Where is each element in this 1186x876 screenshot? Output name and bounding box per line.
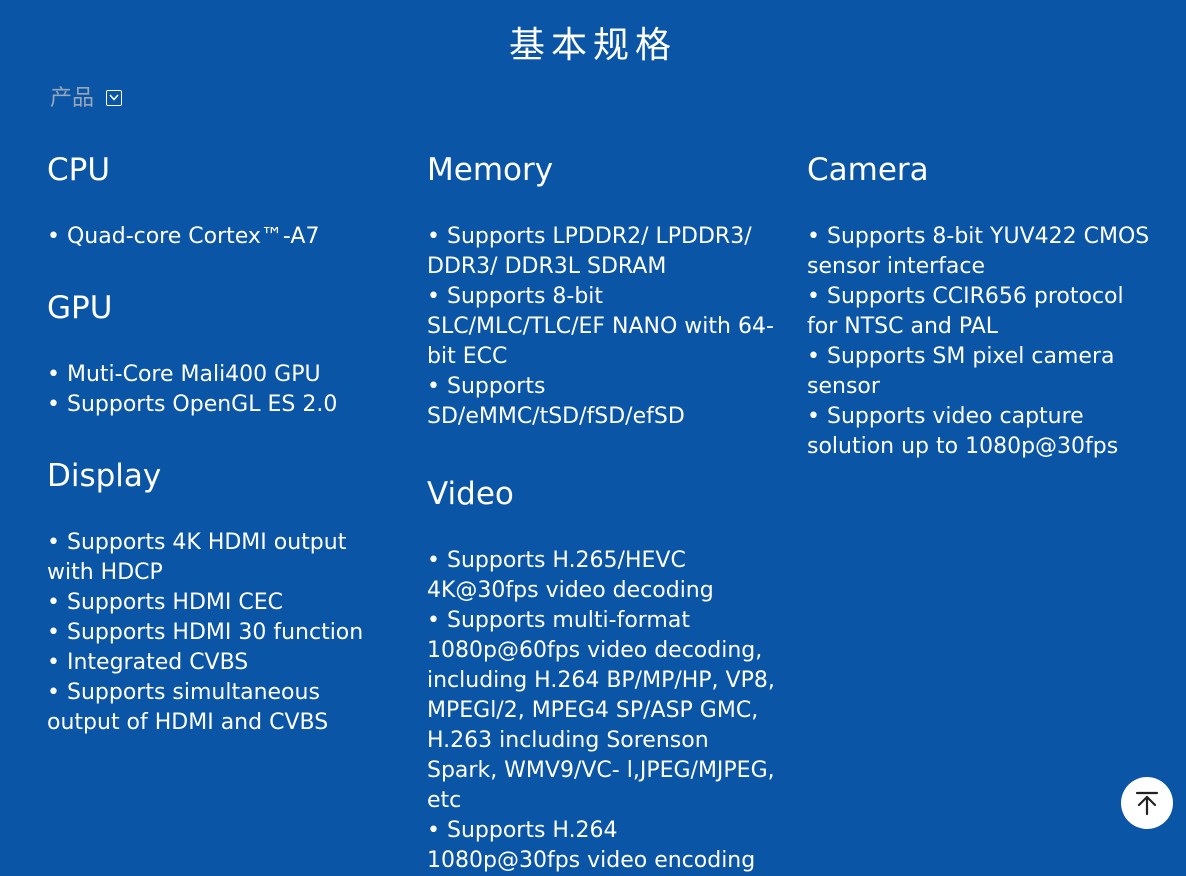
spec-item: Supports video capture solution up to 10… [807, 402, 1157, 462]
chevron-down-icon[interactable] [106, 89, 123, 106]
section-title-memory: Memory [427, 152, 554, 188]
back-to-top-button[interactable] [1121, 777, 1173, 829]
spec-item: Supports CCIR656 protocol for NTSC and P… [807, 282, 1157, 342]
spec-list-cpu: Quad-core Cortex™-A7 [47, 222, 397, 252]
spec-item: Supports LPDDR2/ LPDDR3/ DDR3/ DDR3L SDR… [427, 222, 777, 282]
section-memory: Memory Supports LPDDR2/ LPDDR3/ DDR3/ DD… [427, 150, 777, 432]
section-video: Video Supports H.265/HEVC 4K@30fps video… [427, 474, 777, 876]
spec-list-gpu: Muti-Core Mali400 GPU Supports OpenGL ES… [47, 360, 397, 420]
spec-column-2: Memory Supports LPDDR2/ LPDDR3/ DDR3/ DD… [427, 150, 777, 876]
spec-item: Supports HDMI CEC [47, 588, 397, 618]
spec-item: Supports H.264 1080p@30fps video encodin… [427, 816, 777, 876]
spec-item: Supports SM pixel camera sensor [807, 342, 1157, 402]
spec-column-1: CPU Quad-core Cortex™-A7 GPU Muti-Core M… [47, 150, 397, 738]
section-title-gpu: GPU [47, 290, 113, 326]
spec-item: Supports H.265/HEVC 4K@30fps video decod… [427, 546, 777, 606]
spec-item: Supports simultaneous output of HDMI and… [47, 678, 397, 738]
spec-item: Supports SD/eMMC/tSD/fSD/efSD [427, 372, 777, 432]
page-title: 基本规格 [508, 25, 677, 66]
spec-item: Muti-Core Mali400 GPU [47, 360, 397, 390]
section-display: Display Supports 4K HDMI output with HDC… [47, 456, 397, 738]
spec-list-video: Supports H.265/HEVC 4K@30fps video decod… [427, 546, 777, 876]
spec-item: Supports multi-format 1080p@60fps video … [427, 606, 777, 816]
section-title-video: Video [427, 476, 514, 512]
spec-column-3: Camera Supports 8-bit YUV422 CMOS sensor… [807, 150, 1157, 462]
section-title-cpu: CPU [47, 152, 111, 188]
spec-item: Supports 8-bit SLC/MLC/TLC/EF NANO with … [427, 282, 777, 372]
product-filter-label: 产品 [50, 86, 95, 111]
product-filter-dropdown[interactable]: 产品 [50, 80, 123, 112]
spec-item: Quad-core Cortex™-A7 [47, 222, 397, 252]
section-title-display: Display [47, 458, 162, 494]
arrow-up-to-top-icon [1135, 791, 1159, 816]
section-title-camera: Camera [807, 152, 929, 188]
spec-list-camera: Supports 8-bit YUV422 CMOS sensor interf… [807, 222, 1157, 462]
spec-item: Supports HDMI 30 function [47, 618, 397, 648]
spec-item: Supports 8-bit YUV422 CMOS sensor interf… [807, 222, 1157, 282]
spec-item: Integrated CVBS [47, 648, 397, 678]
section-camera: Camera Supports 8-bit YUV422 CMOS sensor… [807, 150, 1157, 462]
spec-item: Supports OpenGL ES 2.0 [47, 390, 397, 420]
spec-list-memory: Supports LPDDR2/ LPDDR3/ DDR3/ DDR3L SDR… [427, 222, 777, 432]
section-gpu: GPU Muti-Core Mali400 GPU Supports OpenG… [47, 288, 397, 420]
section-cpu: CPU Quad-core Cortex™-A7 [47, 150, 397, 252]
spec-list-display: Supports 4K HDMI output with HDCP Suppor… [47, 528, 397, 738]
spec-item: Supports 4K HDMI output with HDCP [47, 528, 397, 588]
